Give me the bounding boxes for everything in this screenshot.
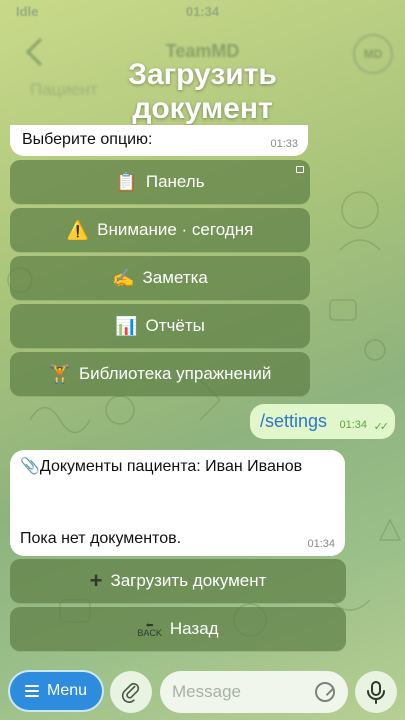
back-icon-text: BACK [137, 628, 162, 638]
reports-button[interactable]: 📊 Отчёты [10, 304, 310, 348]
back-arrow-icon: ⬅ BACK [137, 620, 162, 638]
message-input-bar: Menu [0, 663, 405, 720]
documents-message-bubble: 📎Документы пациента: Иван Иванов Пока не… [10, 450, 345, 556]
status-bar: Idle 01:34 [0, 0, 405, 22]
prompt-message-time: 01:33 [270, 138, 298, 150]
attach-button[interactable] [110, 671, 152, 713]
back-button-label: Назад [169, 619, 219, 638]
hamburger-icon [24, 685, 39, 697]
documents-title: Документы пациента: Иван Иванов [39, 458, 303, 475]
sticker-icon[interactable] [315, 682, 335, 702]
clipboard-icon: 📋 [115, 172, 138, 192]
reports-button-label: Отчёты [145, 316, 205, 335]
plus-icon: + [89, 568, 103, 593]
writing-hand-icon: ✍️ [112, 268, 135, 288]
prompt-message-text: Выберите опцию: [22, 131, 153, 148]
paperclip-icon: 📎 [20, 458, 40, 475]
settings-command-link[interactable]: /settings [260, 411, 327, 432]
exercise-library-button-label: Библиотека упражнений [79, 364, 272, 383]
microphone-icon [367, 681, 385, 704]
menu-button[interactable]: Menu [10, 672, 102, 710]
outgoing-message-time: 01:34 [339, 419, 367, 431]
menu-button-label: Menu [46, 682, 88, 699]
overlay-title: Загрузить документ [0, 58, 405, 126]
warning-icon: ⚠️ [66, 220, 90, 240]
documents-title-row: 📎Документы пациента: Иван Иванов [20, 456, 302, 476]
upload-document-button[interactable]: + Загрузить документ [10, 559, 346, 603]
prompt-message-bubble: Выберите опцию: 01:33 [10, 125, 308, 156]
exercise-library-button[interactable]: 🏋️ Библиотека упражнений [10, 352, 310, 396]
upload-document-button-label: Загрузить документ [110, 571, 267, 590]
documents-message-time: 01:34 [307, 538, 335, 550]
paperclip-attach-icon [121, 682, 140, 703]
note-button[interactable]: ✍️ Заметка [10, 256, 310, 300]
microphone-button[interactable] [355, 671, 397, 713]
note-button-label: Заметка [142, 268, 208, 287]
attention-today-button-label: Внимание · сегодня [97, 220, 254, 239]
overlay-title-line2: документ [132, 92, 273, 125]
panel-button-label: Панель [145, 172, 205, 191]
panel-button[interactable]: 📋 Панель [10, 160, 310, 204]
read-checkmarks-icon: ✓✓ [373, 421, 390, 433]
outgoing-message-bubble: /settings 01:34 ✓✓ [250, 404, 395, 439]
weightlifter-icon: 🏋️ [48, 364, 72, 384]
back-button[interactable]: ⬅ BACK Назад [10, 607, 346, 651]
web-app-corner-icon [296, 166, 304, 173]
bar-chart-icon: 📊 [115, 316, 138, 336]
clock: 01:34 [185, 3, 220, 19]
attention-today-button[interactable]: ⚠️ Внимание · сегодня [10, 208, 310, 252]
overlay-title-line1: Загрузить [128, 58, 277, 91]
documents-empty-text: Пока нет документов. [20, 530, 182, 547]
